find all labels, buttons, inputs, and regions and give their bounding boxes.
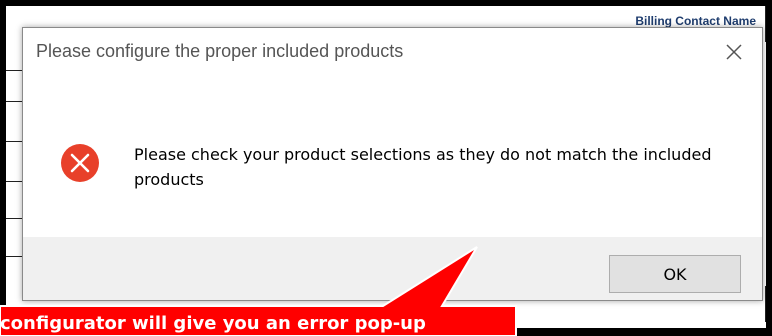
error-dialog: Please configure the proper included pro… xyxy=(22,27,763,301)
button-bar: OK xyxy=(23,237,762,300)
ok-button[interactable]: OK xyxy=(609,255,741,293)
error-icon xyxy=(60,143,100,183)
dialog-title: Please configure the proper included pro… xyxy=(36,41,404,61)
dialog-message: Please check your product selections as … xyxy=(134,145,712,189)
column-header: Billing Contact Name xyxy=(635,14,756,28)
callout-text: configurator will give you an error pop-… xyxy=(0,313,426,334)
grid-line xyxy=(765,286,766,322)
close-icon[interactable] xyxy=(720,38,748,66)
grid-line xyxy=(765,6,766,42)
